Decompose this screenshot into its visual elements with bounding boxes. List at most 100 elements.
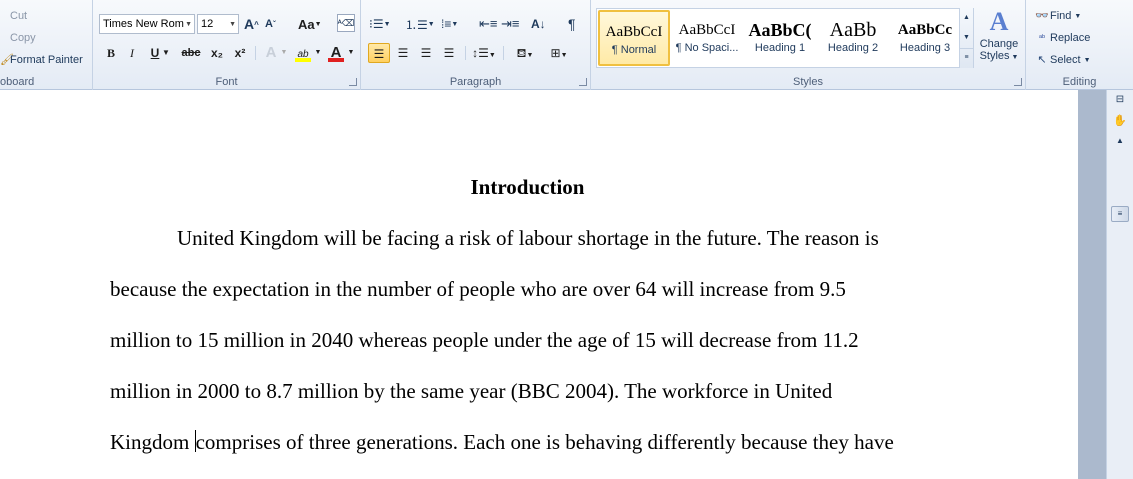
highlight-color-swatch xyxy=(295,58,311,62)
pilcrow-icon: ¶ xyxy=(568,16,576,32)
separator xyxy=(255,46,256,60)
change-case-button[interactable]: Aa ▼ xyxy=(298,14,322,34)
document-page[interactable]: Introduction United Kingdom will be faci… xyxy=(0,90,1078,479)
style-heading-2[interactable]: AaBb Heading 2 xyxy=(817,10,889,66)
increase-indent-button[interactable]: ⇥≡ xyxy=(501,14,519,34)
gallery-scroll-up[interactable]: ▲ xyxy=(960,8,973,28)
highlight-dropdown-arrow[interactable]: ▼ xyxy=(313,43,323,63)
highlight-button[interactable]: ab xyxy=(293,43,313,63)
line-text-before-caret: Kingdom xyxy=(110,430,195,454)
borders-button[interactable]: ⊞▼ xyxy=(545,43,573,63)
increase-indent-icon: ⇥≡ xyxy=(501,16,520,31)
change-case-icon: Aa xyxy=(298,16,315,32)
style-heading-1[interactable]: AaBbC( Heading 1 xyxy=(744,10,816,66)
align-center-button[interactable]: ☰ xyxy=(393,43,413,63)
italic-button[interactable]: I xyxy=(122,43,142,63)
cut-button[interactable]: Cut xyxy=(0,6,27,26)
change-styles-icon: A xyxy=(989,7,1009,36)
style-heading-3[interactable]: AaBbCc Heading 3 xyxy=(889,10,961,66)
line-spacing-icon: ↕☰ xyxy=(472,46,489,60)
find-button[interactable]: 👓 Find ▼ xyxy=(1034,6,1081,26)
style-name: ¶ Normal xyxy=(611,44,657,56)
scissors-icon xyxy=(0,8,10,24)
strikethrough-button[interactable]: abc xyxy=(178,43,204,63)
align-left-button[interactable]: ☰ xyxy=(368,43,390,63)
paragraph-dialog-launcher[interactable] xyxy=(579,78,587,86)
subscript-button[interactable]: x₂ xyxy=(205,43,229,63)
document-line[interactable]: United Kingdom will be facing a risk of … xyxy=(177,226,879,251)
document-heading[interactable]: Introduction xyxy=(0,175,1055,200)
text-effects-button[interactable]: A xyxy=(261,43,281,63)
text-effects-dropdown-arrow[interactable]: ▼ xyxy=(279,43,289,63)
separator xyxy=(465,46,466,60)
document-line[interactable]: because the expectation in the number of… xyxy=(110,277,846,302)
font-color-swatch xyxy=(328,58,344,62)
decrease-indent-icon: ⇤≡ xyxy=(479,16,498,31)
document-line[interactable]: Kingdom comprises of three generations. … xyxy=(110,430,894,455)
multilevel-list-icon: ⁞≡ xyxy=(441,17,452,31)
vertical-scrollbar[interactable]: ⊟ ✋ ▲ ≡ xyxy=(1106,90,1133,479)
replace-label: Replace xyxy=(1050,32,1091,44)
replace-button[interactable]: ᵃᵇ Replace xyxy=(1034,28,1090,48)
styles-gallery-scroll: ▲ ▼ ≡ xyxy=(959,8,973,68)
bold-button[interactable]: B xyxy=(101,43,121,63)
align-left-icon: ☰ xyxy=(373,47,385,61)
change-styles-button[interactable]: A Change Styles ▼ xyxy=(977,6,1021,72)
multilevel-list-button[interactable]: ⁞≡ ▼ xyxy=(441,14,458,34)
clear-formatting-button[interactable]: ᴬ⌫ xyxy=(337,14,355,32)
font-group: Times New Rom ▼ 12 ▼ A ^ Aˇ Aa ▼ ᴬ⌫ B I U … xyxy=(93,0,361,90)
chevron-down-icon: ▼ xyxy=(229,21,236,28)
font-size-dropdown[interactable]: 12 ▼ xyxy=(197,14,239,34)
change-styles-label-2: Styles xyxy=(979,50,1010,62)
shading-button[interactable]: ⛾▼ xyxy=(511,43,539,63)
font-name-dropdown[interactable]: Times New Rom ▼ xyxy=(99,14,195,34)
align-center-icon: ☰ xyxy=(397,46,409,60)
justify-button[interactable]: ☰ xyxy=(439,43,459,63)
page-margin-gutter xyxy=(1078,90,1106,479)
gallery-more-button[interactable]: ≡ xyxy=(960,48,973,66)
shrink-font-button[interactable]: Aˇ xyxy=(265,14,276,34)
copy-button[interactable]: Copy xyxy=(0,28,36,48)
change-styles-label-1: Change xyxy=(979,38,1019,50)
line-text-after-caret: comprises of three generations. Each one… xyxy=(195,430,894,454)
gallery-scroll-down[interactable]: ▼ xyxy=(960,28,973,48)
line-spacing-button[interactable]: ↕☰▼ xyxy=(471,43,497,63)
chevron-down-icon: ▼ xyxy=(1074,12,1082,20)
style-sample: AaBb xyxy=(829,19,877,41)
format-painter-button[interactable]: 🖌 Format Painter xyxy=(0,50,83,70)
style-sample: AaBbC( xyxy=(748,20,812,40)
show-formatting-marks-button[interactable]: ¶ xyxy=(568,14,576,34)
decrease-indent-button[interactable]: ⇤≡ xyxy=(479,14,497,34)
style-normal[interactable]: AaBbCcI ¶ Normal xyxy=(598,10,670,66)
font-color-button[interactable]: A xyxy=(326,43,346,63)
styles-dialog-launcher[interactable] xyxy=(1014,78,1022,86)
style-no-spacing[interactable]: AaBbCcI ¶ No Spaci... xyxy=(671,10,743,66)
borders-icon: ⊞ xyxy=(550,46,561,60)
hand-icon[interactable]: ✋ xyxy=(1112,114,1128,128)
grow-font-button[interactable]: A ^ xyxy=(244,14,259,34)
chevron-down-icon: ▼ xyxy=(185,21,192,28)
underline-dropdown-arrow[interactable]: ▼ xyxy=(161,43,171,63)
superscript-button[interactable]: x² xyxy=(229,43,251,63)
paragraph-group-label: Paragraph xyxy=(449,76,502,88)
ruler-toggle-icon[interactable]: ⊟ xyxy=(1112,94,1128,108)
styles-group: AaBbCcI ¶ Normal AaBbCcI ¶ No Spaci... A… xyxy=(591,0,1026,90)
copy-label: Copy xyxy=(10,32,36,44)
document-line[interactable]: million in 2000 to 8.7 million by the sa… xyxy=(110,379,832,404)
document-line[interactable]: million to 15 million in 2040 whereas pe… xyxy=(110,328,859,353)
editing-group-label: Editing xyxy=(1062,76,1097,88)
scroll-up-arrow[interactable]: ▲ xyxy=(1112,136,1128,148)
bullets-button[interactable]: ⁝☰ ▼ xyxy=(369,14,391,34)
font-dialog-launcher[interactable] xyxy=(349,78,357,86)
justify-icon: ☰ xyxy=(443,46,455,60)
numbering-button[interactable]: ⒈☰ ▼ xyxy=(405,14,435,34)
scroll-thumb[interactable]: ≡ xyxy=(1111,206,1129,222)
sort-button[interactable]: A↓ xyxy=(531,14,546,34)
sort-icon: A↓ xyxy=(531,17,546,31)
font-color-dropdown-arrow[interactable]: ▼ xyxy=(346,43,356,63)
eraser-icon: ᴬ⌫ xyxy=(337,17,355,28)
align-right-button[interactable]: ☰ xyxy=(416,43,436,63)
separator xyxy=(503,46,504,60)
document-area[interactable]: Introduction United Kingdom will be faci… xyxy=(0,90,1078,479)
select-button[interactable]: ↖ Select ▼ xyxy=(1034,50,1090,70)
